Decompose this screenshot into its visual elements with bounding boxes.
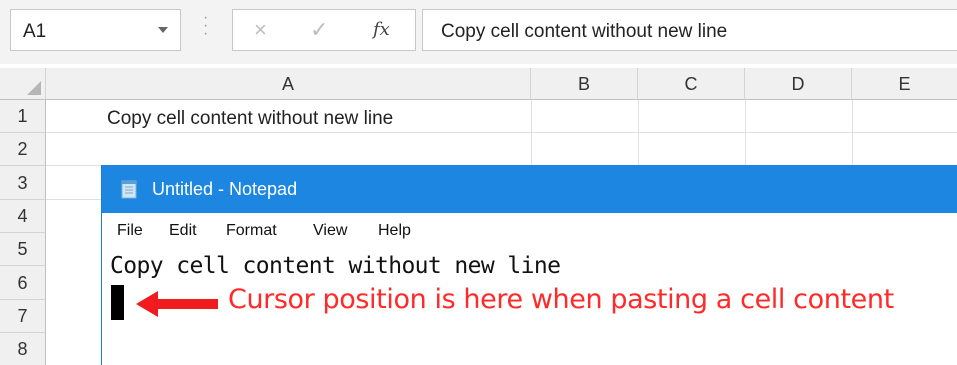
name-box-value: A1	[23, 21, 47, 42]
select-all-button[interactable]	[0, 68, 46, 100]
row-header-2[interactable]: 2	[0, 133, 46, 166]
menu-help[interactable]: Help	[378, 222, 411, 240]
formula-buttons: × ✓ fx	[232, 9, 416, 51]
menu-edit[interactable]: Edit	[169, 222, 197, 240]
formula-input[interactable]: Copy cell content without new line	[422, 9, 957, 51]
text-cursor	[111, 285, 124, 320]
formula-input-value: Copy cell content without new line	[441, 21, 728, 42]
menu-bar: File Edit Format View Help	[102, 213, 957, 249]
column-header-b[interactable]: B	[531, 68, 638, 100]
insert-function-icon[interactable]: fx	[373, 19, 390, 40]
menu-file[interactable]: File	[117, 222, 143, 240]
column-header-e[interactable]: E	[852, 68, 957, 100]
menu-format[interactable]: Format	[226, 222, 277, 240]
notepad-text[interactable]: Copy cell content without new line	[110, 253, 561, 279]
menu-view[interactable]: View	[313, 222, 347, 240]
row-header-3[interactable]: 3	[0, 166, 46, 200]
cell-a1[interactable]: Copy cell content without new line	[107, 108, 393, 130]
formula-bar-area: A1 · · · × ✓ fx Copy cell content without …	[0, 0, 957, 64]
name-box[interactable]: A1	[10, 9, 181, 51]
row-header-4[interactable]: 4	[0, 200, 46, 233]
window-title: Untitled - Notepad	[152, 179, 298, 199]
annotation-text: Cursor position is here when pasting a c…	[228, 284, 894, 315]
row-header-7[interactable]: 7	[0, 300, 46, 333]
chevron-down-icon[interactable]	[158, 27, 168, 33]
row-header-1[interactable]: 1	[0, 100, 46, 133]
select-all-icon	[27, 81, 41, 95]
row-header-5[interactable]: 5	[0, 233, 46, 266]
drag-handle-icon[interactable]: · · ·	[203, 10, 208, 42]
red-arrow-left-icon	[136, 291, 218, 317]
enter-icon[interactable]: ✓	[310, 17, 328, 43]
notepad-icon	[121, 180, 137, 199]
cancel-icon[interactable]: ×	[254, 17, 267, 43]
column-header-a[interactable]: A	[46, 68, 531, 100]
column-header-d[interactable]: D	[745, 68, 852, 100]
column-header-c[interactable]: C	[638, 68, 745, 100]
row-header-6[interactable]: 6	[0, 266, 46, 300]
notepad-window: Untitled - Notepad File Edit Format View…	[101, 165, 957, 365]
row-header-8[interactable]: 8	[0, 333, 46, 365]
gridline	[46, 132, 957, 133]
notepad-titlebar[interactable]: Untitled - Notepad	[102, 165, 957, 213]
